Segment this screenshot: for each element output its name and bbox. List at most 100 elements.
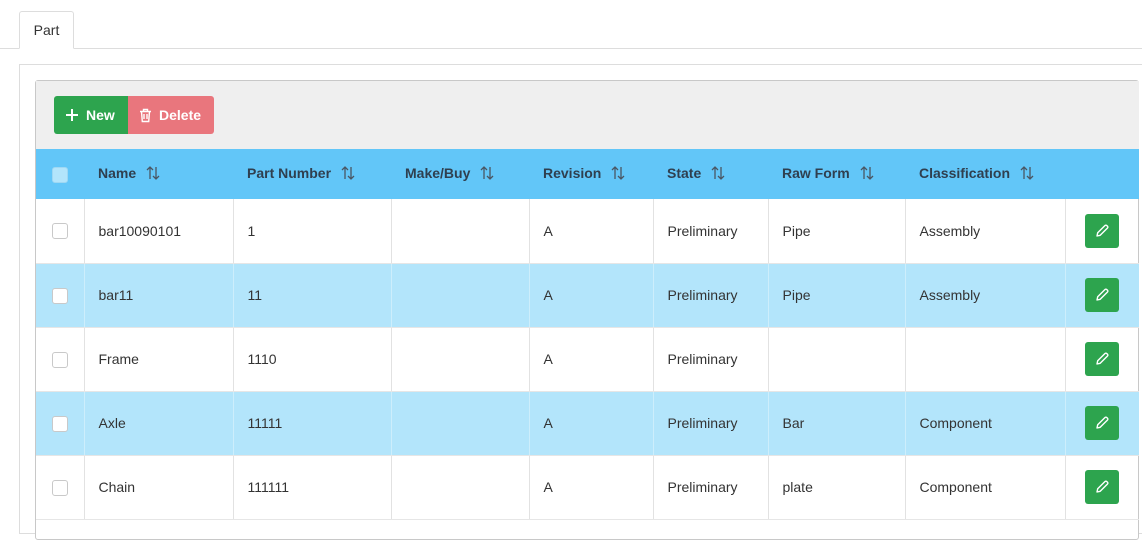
sort-icon[interactable]: [145, 165, 161, 184]
column-label: Part Number: [247, 164, 332, 181]
cell-classification: Assembly: [905, 199, 1066, 264]
table-row[interactable]: Axle 11111 A Preliminary Bar Component: [36, 391, 1139, 456]
column-header-make-buy[interactable]: Make/Buy: [391, 149, 529, 199]
cell-name: Frame: [84, 327, 234, 392]
column-header-revision[interactable]: Revision: [529, 149, 653, 199]
edit-button[interactable]: [1085, 406, 1120, 440]
new-button-label: New: [86, 107, 115, 123]
pencil-icon: [1096, 288, 1109, 301]
trash-icon: [139, 108, 152, 123]
cell-part-number: 1: [233, 199, 392, 264]
pencil-icon: [1096, 480, 1109, 493]
delete-button-label: Delete: [159, 107, 202, 123]
edit-button[interactable]: [1085, 213, 1120, 248]
column-header-name[interactable]: Name: [84, 149, 233, 199]
cell-classification: Assembly: [905, 263, 1066, 328]
select-all-checkbox[interactable]: [52, 166, 68, 183]
pencil-icon: [1096, 416, 1109, 429]
cell-revision: A: [529, 327, 654, 392]
row-select-cell: [36, 391, 85, 456]
table-header-row: Name Part Number Make/Buy Revision State…: [36, 149, 1139, 199]
column-header-state[interactable]: State: [653, 149, 768, 199]
plus-icon: [65, 108, 79, 122]
table-row[interactable]: bar10090101 1 A Preliminary Pipe Assembl…: [36, 199, 1139, 264]
cell-revision: A: [529, 263, 654, 328]
sort-icon[interactable]: [859, 165, 875, 184]
column-label: Make/Buy: [405, 164, 471, 181]
cell-part-number: 111111: [233, 455, 392, 520]
cell-state: Preliminary: [653, 199, 769, 264]
cell-raw-form: Bar: [768, 391, 906, 456]
cell-part-number: 1110: [233, 327, 392, 392]
delete-button[interactable]: Delete: [128, 96, 214, 134]
sort-icon[interactable]: [1019, 165, 1035, 184]
cell-make-buy: [391, 199, 530, 264]
cell-revision: A: [529, 455, 654, 520]
row-actions-cell: [1065, 263, 1139, 328]
row-select-cell: [36, 263, 85, 328]
cell-raw-form: Pipe: [768, 263, 906, 328]
edit-button[interactable]: [1085, 342, 1120, 376]
row-actions-cell: [1065, 199, 1139, 264]
row-checkbox[interactable]: [51, 287, 68, 304]
row-select-cell: [36, 199, 85, 264]
cell-state: Preliminary: [653, 455, 769, 520]
cell-make-buy: [391, 455, 530, 520]
column-label: Name: [98, 164, 137, 181]
tab-bar-divider: [0, 48, 1142, 49]
cell-raw-form: plate: [768, 455, 906, 520]
tab-bar: Part: [0, 0, 1142, 49]
cell-name: Axle: [84, 391, 234, 456]
cell-classification: Component: [905, 455, 1066, 520]
column-header-raw-form[interactable]: Raw Form: [768, 149, 905, 199]
cell-classification: [905, 327, 1066, 392]
row-select-cell: [36, 455, 85, 520]
column-label: Classification: [919, 164, 1011, 181]
cell-revision: A: [529, 391, 654, 456]
sort-icon[interactable]: [479, 165, 495, 184]
cell-raw-form: Pipe: [768, 199, 906, 264]
row-actions-cell: [1065, 391, 1139, 456]
column-header-classification[interactable]: Classification: [905, 149, 1065, 199]
cell-name: bar10090101: [84, 199, 234, 264]
cell-state: Preliminary: [653, 391, 769, 456]
column-label: Revision: [543, 164, 602, 181]
row-actions-cell: [1065, 327, 1139, 392]
cell-state: Preliminary: [653, 263, 769, 328]
sort-icon[interactable]: [710, 165, 726, 184]
pencil-icon: [1096, 352, 1109, 365]
cell-name: Chain: [84, 455, 234, 520]
parts-table: Name Part Number Make/Buy Revision State…: [36, 149, 1139, 520]
cell-raw-form: [768, 327, 906, 392]
table-row[interactable]: Frame 1110 A Preliminary: [36, 327, 1139, 392]
column-header-part-number[interactable]: Part Number: [233, 149, 391, 199]
column-label: Raw Form: [782, 164, 850, 181]
sort-icon[interactable]: [610, 165, 626, 184]
actions-header: [1065, 149, 1139, 199]
cell-revision: A: [529, 199, 654, 264]
cell-make-buy: [391, 391, 530, 456]
edit-button[interactable]: [1085, 470, 1120, 504]
cell-state: Preliminary: [653, 327, 769, 392]
row-checkbox[interactable]: [51, 223, 68, 240]
new-button[interactable]: New: [54, 96, 128, 134]
cell-part-number: 11111: [233, 391, 392, 456]
edit-button[interactable]: [1085, 278, 1120, 312]
table-row[interactable]: bar11 11 A Preliminary Pipe Assembly: [36, 263, 1139, 328]
table-row[interactable]: Chain 111111 A Preliminary plate Compone…: [36, 455, 1139, 520]
tab-part[interactable]: Part: [19, 11, 74, 49]
cell-part-number: 11: [233, 263, 392, 328]
row-select-cell: [36, 327, 85, 392]
row-actions-cell: [1065, 455, 1139, 520]
row-checkbox[interactable]: [51, 479, 68, 496]
cell-make-buy: [391, 327, 530, 392]
cell-make-buy: [391, 263, 530, 328]
sort-icon[interactable]: [340, 165, 356, 184]
pencil-icon: [1096, 224, 1109, 237]
cell-name: bar11: [84, 263, 234, 328]
row-checkbox[interactable]: [51, 351, 68, 368]
cell-classification: Component: [905, 391, 1066, 456]
row-checkbox[interactable]: [51, 415, 68, 432]
column-label: State: [667, 164, 702, 181]
select-all-cell: [36, 149, 84, 199]
